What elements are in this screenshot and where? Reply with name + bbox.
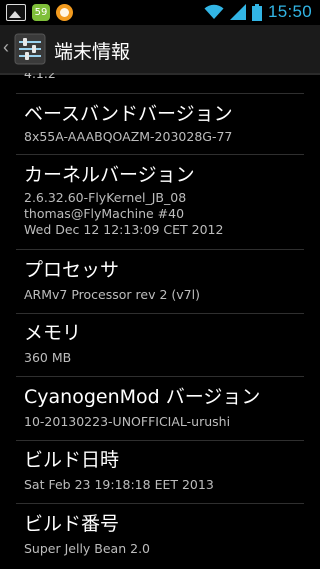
list-item-build-number[interactable]: ビルド番号 Super Jelly Bean 2.0 (0, 504, 320, 569)
up-navigation-button[interactable]: ‹ (0, 25, 50, 73)
list-item-summary: 10-20130223-UNOFFICIAL-urushi (24, 414, 231, 429)
list-item-summary: Sat Feb 23 19:18:18 EET 2013 (24, 477, 214, 492)
circle-app-icon (56, 4, 73, 21)
list-item-title: プロセッサ (24, 259, 120, 281)
list-item-title: ビルド番号 (24, 513, 120, 535)
system-icons: 15:50 (204, 2, 312, 22)
signal-icon (229, 4, 246, 20)
list-item-title: CyanogenMod バージョン (24, 386, 261, 408)
wifi-icon (204, 4, 224, 19)
list-item-summary: 360 MB (24, 350, 72, 365)
list-item-summary: 2.6.32.60-FlyKernel_JB_08 (24, 190, 187, 205)
notification-icons: 59 (6, 4, 73, 21)
list-item-summary: thomas@FlyMachine #40 (24, 206, 185, 221)
page-title: 端末情報 (54, 41, 131, 63)
settings-sliders-icon (14, 33, 46, 65)
action-bar: ‹ 端末情報 (0, 25, 320, 75)
picture-icon (6, 4, 26, 21)
list-item-kernel[interactable]: カーネルバージョン 2.6.32.60-FlyKernel_JB_08 thom… (0, 155, 320, 249)
list-item-baseband[interactable]: ベースバンドバージョン 8x55A-AAABQOAZM-203028G-77 (0, 94, 320, 154)
list-item-cyanogenmod-version[interactable]: CyanogenMod バージョン 10-20130223-UNOFFICIAL… (0, 377, 320, 440)
partial-summary: 4.1.2 (24, 73, 56, 81)
list-item-memory[interactable]: メモリ 360 MB (0, 314, 320, 376)
list-item-summary: Super Jelly Bean 2.0 (24, 541, 150, 556)
list-item-summary: 8x55A-AAABQOAZM-203028G-77 (24, 129, 233, 144)
list-item-summary: ARMv7 Processor rev 2 (v7l) (24, 287, 200, 302)
about-phone-list[interactable]: 4.1.2 ベースバンドバージョン 8x55A-AAABQOAZM-203028… (0, 73, 320, 569)
list-item-title: カーネルバージョン (24, 164, 195, 186)
clock: 15:50 (267, 2, 312, 21)
list-item-build-date[interactable]: ビルド日時 Sat Feb 23 19:18:18 EET 2013 (0, 441, 320, 503)
list-item-title: ベースバンドバージョン (24, 103, 233, 125)
list-item-summary: Wed Dec 12 12:13:09 CET 2012 (24, 222, 224, 237)
app-badge-icon: 59 (32, 4, 50, 21)
status-bar: 59 15:50 (0, 0, 320, 25)
battery-icon (251, 3, 262, 21)
chevron-left-icon: ‹ (3, 37, 9, 57)
list-item-title: ビルド日時 (24, 449, 120, 471)
list-item-title: メモリ (24, 322, 82, 344)
list-item-processor[interactable]: プロセッサ ARMv7 Processor rev 2 (v7l) (0, 250, 320, 313)
